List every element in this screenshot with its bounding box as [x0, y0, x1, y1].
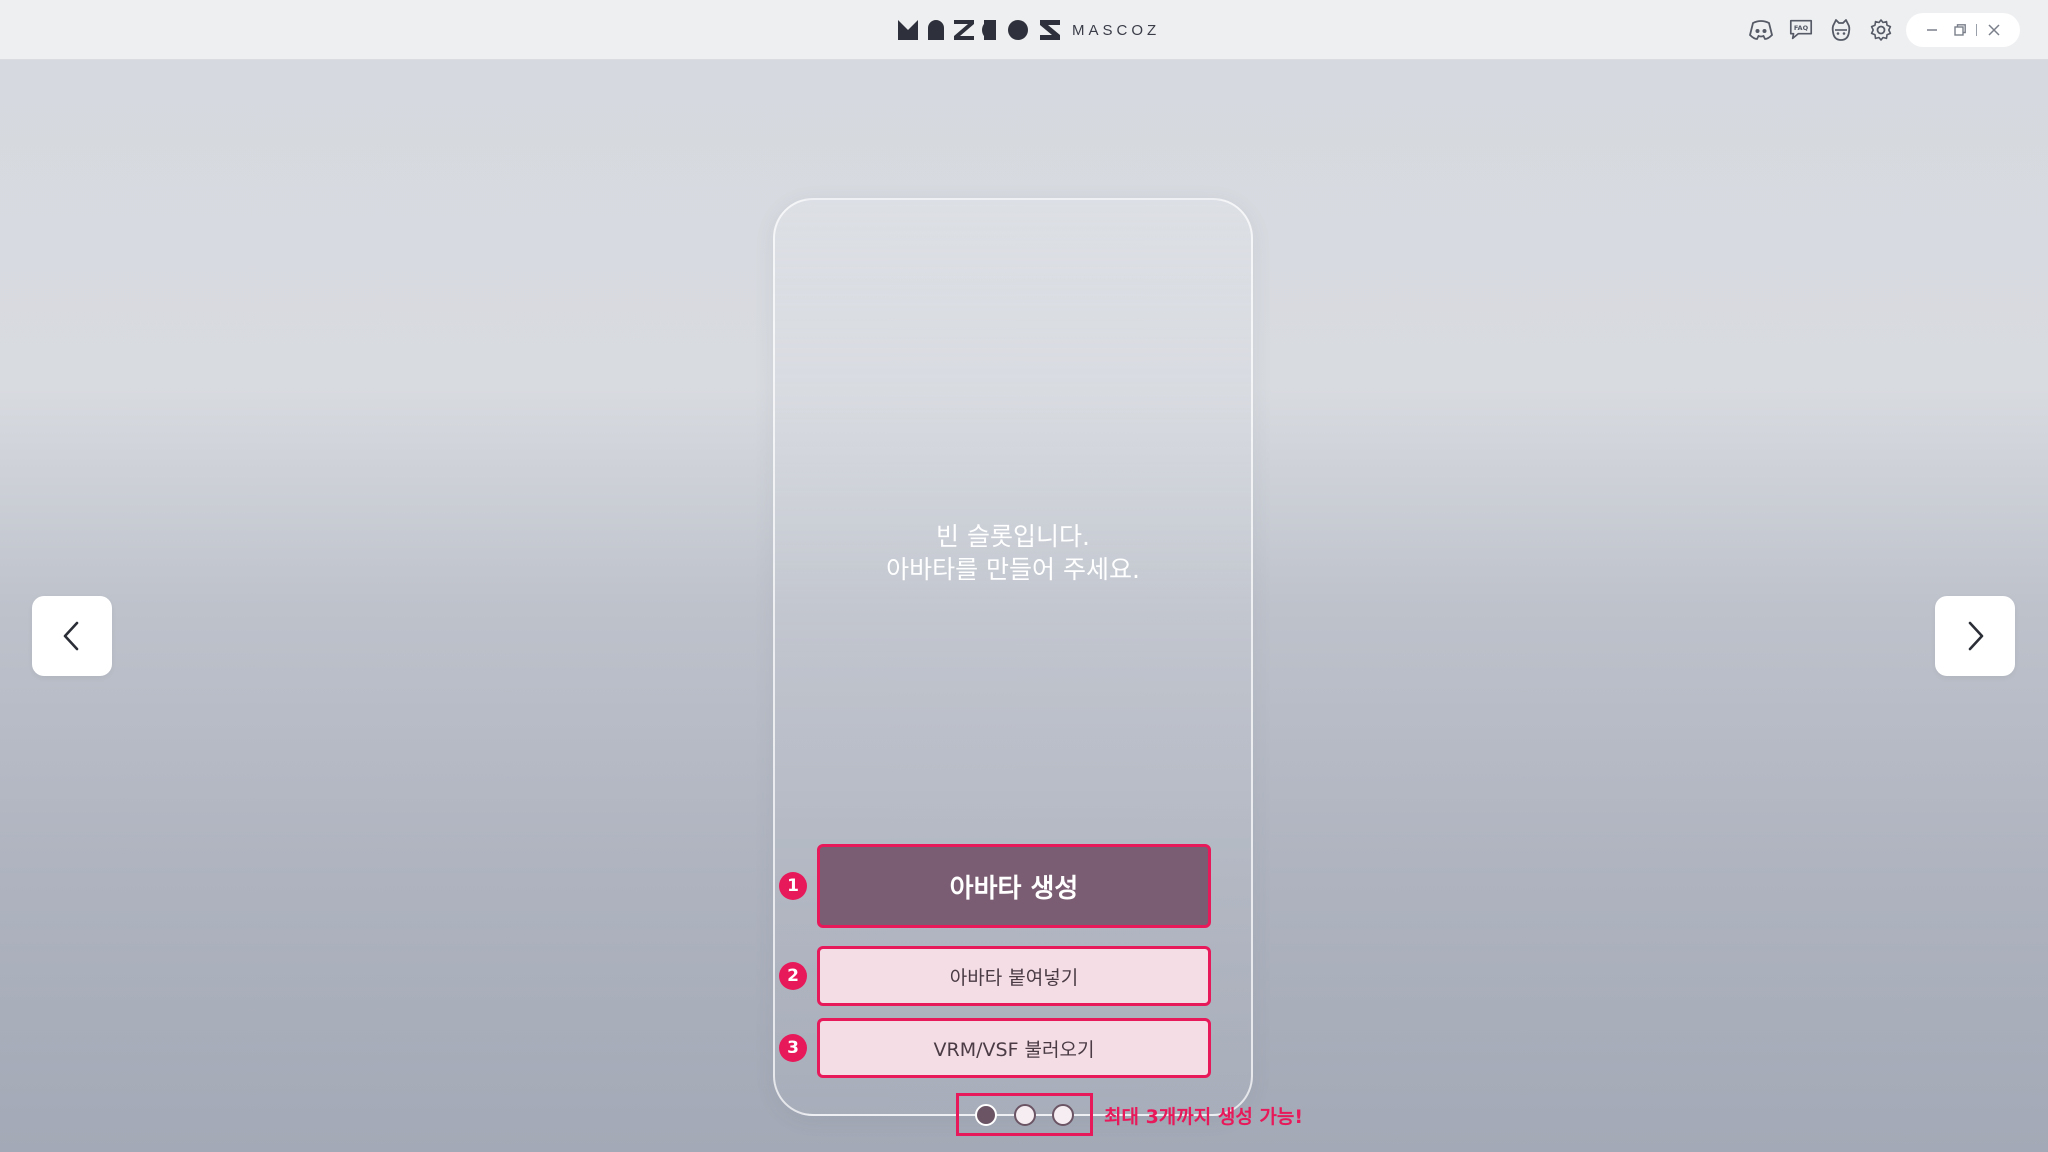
previous-slot-button[interactable] — [32, 596, 112, 676]
logo-text: MASCOZ — [1072, 21, 1161, 39]
chevron-right-icon — [1968, 621, 1984, 651]
app-logo: MASCOZ — [898, 18, 1160, 42]
paste-avatar-button[interactable]: 아바타 붙여넣기 — [817, 946, 1211, 1006]
window-controls-divider — [1976, 24, 1978, 36]
avatar-slot-stage: 빈 슬롯입니다. 아바타를 만들어 주세요. 1 아바타 생성 2 아바타 붙여… — [0, 60, 2048, 1152]
slot-dot-1[interactable] — [975, 1103, 998, 1126]
title-bar: MASCOZ FAQ — [0, 0, 2048, 60]
faq-icon[interactable]: FAQ — [1788, 17, 1814, 43]
window-controls — [1906, 13, 2020, 47]
discord-icon[interactable] — [1748, 17, 1774, 43]
chevron-left-icon — [63, 621, 79, 651]
header-icons: FAQ — [1748, 14, 1894, 46]
avatar-slot-card: 빈 슬롯입니다. 아바타를 만들어 주세요. 1 아바타 생성 2 아바타 붙여… — [773, 198, 1253, 1116]
restore-icon[interactable] — [1949, 19, 1971, 41]
empty-slot-line-1: 빈 슬롯입니다. — [936, 522, 1090, 551]
create-avatar-button[interactable]: 아바타 생성 — [817, 844, 1211, 928]
next-slot-button[interactable] — [1935, 596, 2015, 676]
gear-icon[interactable] — [1868, 17, 1894, 43]
step-badge-1: 1 — [779, 872, 807, 900]
slot-pagination — [956, 1093, 1093, 1136]
step-badge-2: 2 — [779, 962, 807, 990]
empty-slot-line-2: 아바타를 만들어 주세요. — [886, 555, 1140, 584]
minimize-icon[interactable] — [1921, 19, 1943, 41]
faq-icon-label: FAQ — [1794, 24, 1809, 32]
empty-slot-message: 빈 슬롯입니다. 아바타를 만들어 주세요. — [775, 520, 1251, 586]
step-badge-3: 3 — [779, 1034, 807, 1062]
slot-limit-note: 최대 3개까지 생성 가능! — [1104, 1106, 1304, 1128]
close-icon[interactable] — [1983, 19, 2005, 41]
import-vrm-vsf-button[interactable]: VRM/VSF 불러오기 — [817, 1018, 1211, 1078]
mascot-icon[interactable] — [1828, 17, 1854, 43]
logo-mark-icon — [898, 20, 1062, 40]
slot-dot-2[interactable] — [1013, 1103, 1036, 1126]
slot-dot-3[interactable] — [1051, 1103, 1074, 1126]
